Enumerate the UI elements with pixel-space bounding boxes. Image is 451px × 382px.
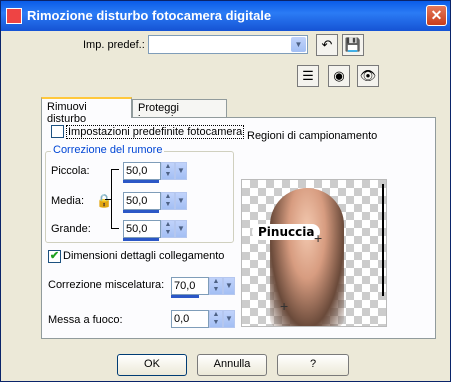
focus-spinner[interactable]: ▲ ▼: [209, 310, 223, 328]
eye-preview-icon[interactable]: 👁: [357, 65, 379, 87]
small-label: Piccola:: [51, 165, 90, 177]
tab-protect-image[interactable]: Proteggi immagine: [132, 99, 227, 126]
large-input[interactable]: 50,0: [123, 220, 161, 238]
focus-input[interactable]: 0,0: [171, 310, 209, 328]
preset-label: Imp. predef.:: [83, 39, 145, 51]
chevron-down-icon[interactable]: ▼: [175, 220, 187, 238]
dialog-window: Rimozione disturbo fotocamera digitale ✕…: [0, 0, 451, 382]
blend-number-field[interactable]: 70,0 ▲ ▼ ▼: [171, 277, 235, 298]
large-number-field[interactable]: 50,0 ▲ ▼ ▼: [123, 220, 187, 241]
link-details-label: Dimensioni dettagli collegamento: [63, 250, 225, 262]
chevron-down-icon[interactable]: ▼: [175, 192, 187, 210]
window-title: Rimozione disturbo fotocamera digitale: [27, 8, 272, 23]
eye-reset-icon[interactable]: ◉: [328, 65, 350, 87]
blend-slider-bar[interactable]: [171, 295, 199, 298]
defaults-checkbox-label: Impostazioni predefinite fotocamera: [66, 125, 245, 139]
medium-number-field[interactable]: 50,0 ▲ ▼ ▼: [123, 192, 187, 213]
small-slider-bar[interactable]: [123, 180, 159, 183]
cancel-button[interactable]: Annulla: [197, 354, 267, 376]
close-button[interactable]: ✕: [426, 5, 447, 26]
ok-button[interactable]: OK: [117, 354, 187, 376]
sample-preview[interactable]: Pinuccia + +: [241, 179, 387, 327]
chevron-down-icon[interactable]: ▼: [291, 37, 306, 52]
title-bar[interactable]: Rimozione disturbo fotocamera digitale ✕: [1, 1, 450, 31]
blend-input[interactable]: 70,0: [171, 277, 209, 295]
preset-combo[interactable]: ▼: [148, 35, 308, 54]
focus-label: Messa a fuoco:: [48, 314, 123, 326]
link-bracket-tick: [105, 199, 111, 200]
medium-spinner[interactable]: ▲ ▼: [161, 192, 175, 210]
save-icon[interactable]: 💾: [342, 34, 364, 56]
chevron-down-icon[interactable]: ▼: [223, 310, 235, 328]
tab-remove-noise[interactable]: Rimuovi disturbo: [41, 97, 132, 125]
sample-marker[interactable]: +: [280, 298, 288, 314]
sample-marker[interactable]: +: [314, 230, 322, 246]
app-icon: [6, 8, 22, 24]
large-label: Grande:: [51, 223, 91, 235]
sample-regions-label: Regioni di campionamento: [247, 130, 378, 142]
preview-scroll-indicator: [382, 184, 384, 296]
watermark-label: Pinuccia: [252, 224, 321, 240]
defaults-checkbox[interactable]: [51, 125, 64, 138]
help-button[interactable]: ?: [277, 354, 349, 376]
chevron-down-icon[interactable]: ▼: [175, 162, 187, 180]
undo-icon[interactable]: ↶: [316, 34, 338, 56]
medium-input[interactable]: 50,0: [123, 192, 161, 210]
small-spinner[interactable]: ▲ ▼: [161, 162, 175, 180]
medium-slider-bar[interactable]: [123, 210, 159, 213]
large-slider-bar[interactable]: [123, 238, 159, 241]
noise-correction-title: Correzione del rumore: [51, 144, 165, 156]
large-spinner[interactable]: ▲ ▼: [161, 220, 175, 238]
chevron-down-icon[interactable]: ▼: [223, 277, 235, 295]
lock-icon[interactable]: 🔒: [96, 193, 112, 209]
blend-label: Correzione miscelatura:: [48, 279, 165, 291]
small-input[interactable]: 50,0: [123, 162, 161, 180]
small-number-field[interactable]: 50,0 ▲ ▼ ▼: [123, 162, 187, 183]
link-bracket: [111, 169, 119, 229]
list-icon[interactable]: ☰: [297, 65, 319, 87]
focus-number-field[interactable]: 0,0 ▲ ▼ ▼: [171, 310, 235, 330]
link-details-checkbox[interactable]: ✔: [48, 250, 61, 263]
medium-label: Media:: [51, 195, 85, 207]
blend-spinner[interactable]: ▲ ▼: [209, 277, 223, 295]
